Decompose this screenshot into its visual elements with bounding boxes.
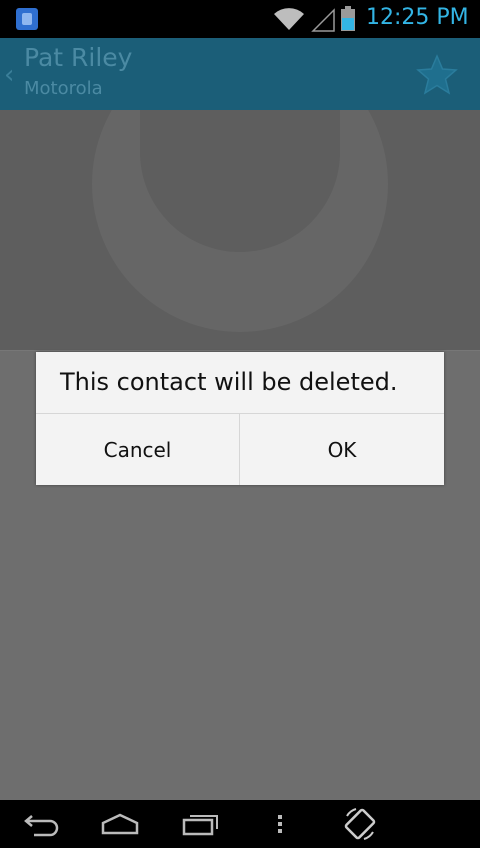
battery-icon	[341, 6, 355, 31]
home-icon[interactable]	[100, 810, 140, 838]
wifi-icon	[274, 8, 304, 30]
navigation-bar	[0, 800, 480, 848]
ok-button[interactable]: OK	[240, 414, 444, 485]
contact-company: Motorola	[24, 78, 103, 99]
cancel-button[interactable]: Cancel	[36, 414, 239, 485]
contact-photo	[0, 110, 480, 350]
delete-confirm-dialog: This contact will be deleted. Cancel OK	[36, 352, 444, 485]
contact-name: Pat Riley	[24, 43, 133, 72]
star-icon[interactable]	[414, 52, 460, 98]
recent-apps-icon[interactable]	[182, 810, 220, 838]
signal-icon	[311, 8, 335, 32]
status-bar: 12:25 PM	[0, 0, 480, 38]
rotate-icon[interactable]	[342, 806, 378, 842]
back-chevron-icon[interactable]: ‹	[4, 60, 14, 90]
action-bar: ‹ Pat Riley Motorola	[0, 38, 480, 110]
app-notification-icon	[16, 8, 38, 30]
menu-icon[interactable]	[272, 810, 288, 838]
dialog-message: This contact will be deleted.	[60, 368, 398, 396]
divider	[0, 350, 480, 351]
status-clock: 12:25 PM	[366, 5, 469, 30]
back-icon[interactable]	[22, 810, 60, 838]
